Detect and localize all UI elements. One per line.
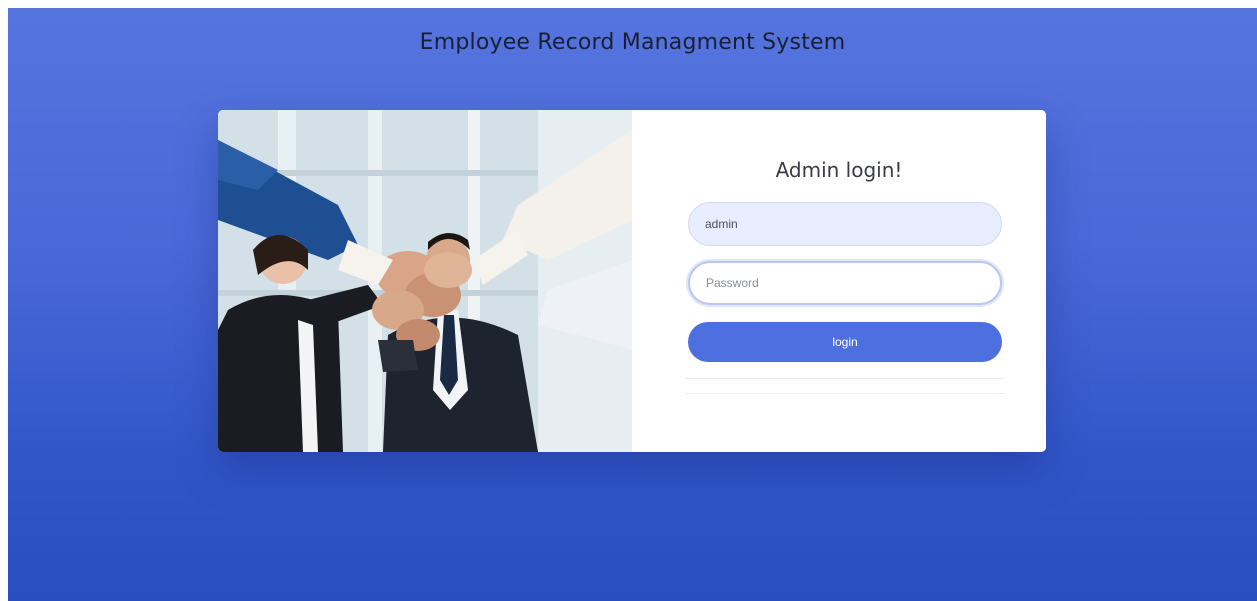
username-input[interactable] [688, 202, 1002, 246]
team-photo-illustration [218, 110, 632, 452]
login-card: Admin login! login [218, 110, 1046, 452]
login-form-panel: Admin login! login [632, 110, 1046, 452]
form-divider [686, 393, 1004, 394]
form-divider [686, 378, 1004, 379]
app-title: Employee Record Managment System [419, 30, 846, 55]
login-heading: Admin login! [775, 158, 903, 182]
login-page: Employee Record Managment System Admin l… [8, 8, 1257, 601]
password-input[interactable] [688, 261, 1002, 305]
login-button[interactable]: login [688, 322, 1002, 362]
team-fist-bump-photo [218, 110, 632, 452]
